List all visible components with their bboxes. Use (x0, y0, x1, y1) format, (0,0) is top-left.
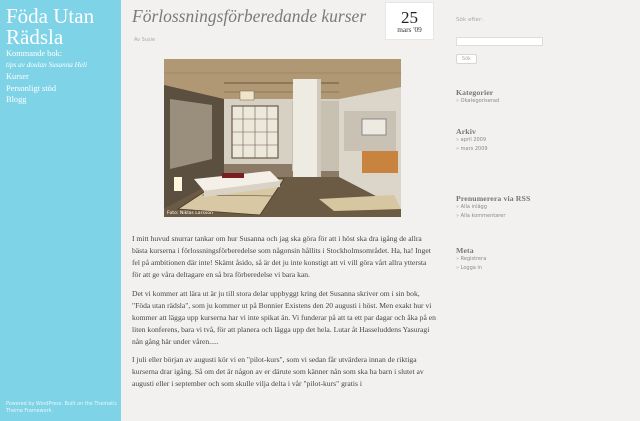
nav-item-tips[interactable]: tips av doulan Susanna Heli (6, 60, 118, 72)
photo-credit: Foto: Niklas Larsson (167, 211, 213, 216)
search-button[interactable]: Sök (456, 54, 477, 64)
post-paragraph: I juli eller början av augusti kör vi en… (132, 355, 424, 389)
post-paragraph: I mitt huvud snurrar tankar om hur Susan… (132, 234, 431, 279)
widget-meta: Meta » Registrera » Logga in (456, 246, 636, 273)
right-sidebar: Sök efter: Sök Kategorier » Okategoriser… (443, 0, 640, 421)
register-link[interactable]: » Registrera (456, 255, 636, 264)
nav-item-personligt-stod[interactable]: Personligt stöd (6, 83, 118, 95)
widget-arkiv: Arkiv » april 2009 » mars 2009 (456, 127, 636, 154)
search-input[interactable] (456, 37, 543, 46)
post-title[interactable]: Förlossningsförberedande kurser (132, 6, 366, 27)
widget-title: Meta (456, 246, 474, 255)
login-link[interactable]: » Logga in (456, 264, 636, 273)
widget-title: Kategorier (456, 88, 494, 97)
main-nav: Kommande bok: tips av doulan Susanna Hel… (6, 48, 118, 106)
post-body: I mitt huvud snurrar tankar om hur Susan… (132, 233, 437, 397)
category-link[interactable]: » Okategoriserad (456, 97, 636, 106)
date-day: 25 (401, 8, 418, 27)
search-label: Sök efter: (456, 17, 484, 23)
rss-posts-link[interactable]: » Alla inlägg (456, 203, 636, 212)
widget-title: Arkiv (456, 127, 476, 136)
archive-link[interactable]: » mars 2009 (456, 145, 636, 154)
main-content: Förlossningsförberedande kurser 25 mars … (121, 0, 443, 421)
rss-comments-link[interactable]: » Alla kommentarer (456, 212, 636, 221)
nav-item-kommande-bok[interactable]: Kommande bok: (6, 48, 118, 60)
widget-rss: Prenumerera via RSS » Alla inlägg » Alla… (456, 194, 636, 221)
nav-item-kurser[interactable]: Kurser (6, 71, 118, 83)
room-photo-illustration (164, 59, 401, 217)
post-byline[interactable]: Av Susie (134, 37, 155, 43)
date-month: mars '09 (397, 25, 422, 34)
widget-title: Prenumerera via RSS (456, 194, 531, 203)
date-badge: 25 mars '09 (385, 2, 434, 40)
left-sidebar: Föda Utan Rädsla Kommande bok: tips av d… (0, 0, 121, 421)
nav-item-blogg[interactable]: Blogg (6, 94, 118, 106)
post-paragraph: Det vi kommer att lära ut är ju till sto… (132, 288, 436, 346)
post-photo: Foto: Niklas Larsson (164, 59, 401, 217)
archive-link[interactable]: » april 2009 (456, 136, 636, 145)
footer-credits: Powered by WordPress. Built on the Thema… (6, 401, 118, 414)
site-title[interactable]: Föda Utan Rädsla (6, 6, 118, 48)
widget-kategorier: Kategorier » Okategoriserad (456, 88, 636, 106)
